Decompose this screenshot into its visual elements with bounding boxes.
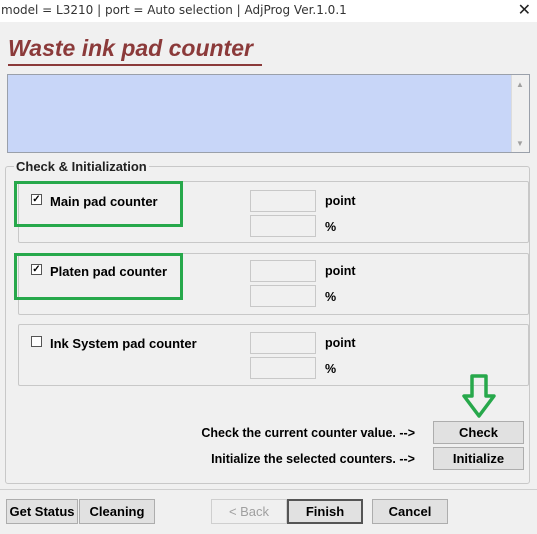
cleaning-button[interactable]: Cleaning (79, 499, 155, 524)
get-status-button[interactable]: Get Status (6, 499, 78, 524)
platen-pad-point-field (250, 260, 316, 282)
highlight-platen-pad (14, 253, 183, 300)
log-textbox[interactable]: ▲ ▼ (7, 74, 530, 153)
ink-system-percent-unit: % (325, 362, 337, 376)
window-title: model = L3210 | port = Auto selection | … (1, 3, 347, 17)
title-underline (8, 64, 262, 66)
ink-system-pad-panel: Ink System pad counter point % (18, 324, 529, 386)
ink-system-percent-field (250, 357, 316, 379)
initialize-hint: Initialize the selected counters. --> (211, 452, 415, 466)
cancel-button[interactable]: Cancel (372, 499, 448, 524)
platen-pad-percent-field (250, 285, 316, 307)
close-icon[interactable]: ✕ (518, 0, 531, 19)
title-bar: model = L3210 | port = Auto selection | … (0, 0, 537, 22)
ink-system-pad-checkbox[interactable] (31, 336, 42, 347)
main-pad-point-unit: point (325, 194, 356, 208)
check-hint: Check the current counter value. --> (201, 426, 415, 440)
main-pad-percent-field (250, 215, 316, 237)
finish-button[interactable]: Finish (287, 499, 363, 524)
platen-pad-point-unit: point (325, 264, 356, 278)
ink-system-pad-label: Ink System pad counter (50, 336, 197, 351)
main-pad-percent-unit: % (325, 220, 337, 234)
initialize-button[interactable]: Initialize (433, 447, 524, 470)
highlight-main-pad (14, 181, 183, 227)
page-title: Waste ink pad counter (8, 35, 253, 61)
main-pad-point-field (250, 190, 316, 212)
footer-divider (0, 489, 537, 490)
log-scrollbar[interactable]: ▲ ▼ (511, 75, 529, 152)
scroll-down-icon[interactable]: ▼ (516, 139, 524, 148)
scroll-up-icon[interactable]: ▲ (516, 80, 524, 89)
ink-system-point-field (250, 332, 316, 354)
platen-pad-percent-unit: % (325, 290, 337, 304)
check-button[interactable]: Check (433, 421, 524, 444)
group-title: Check & Initialization (14, 159, 149, 174)
arrow-down-icon (462, 374, 496, 418)
back-button[interactable]: < Back (211, 499, 287, 524)
ink-system-point-unit: point (325, 336, 356, 350)
